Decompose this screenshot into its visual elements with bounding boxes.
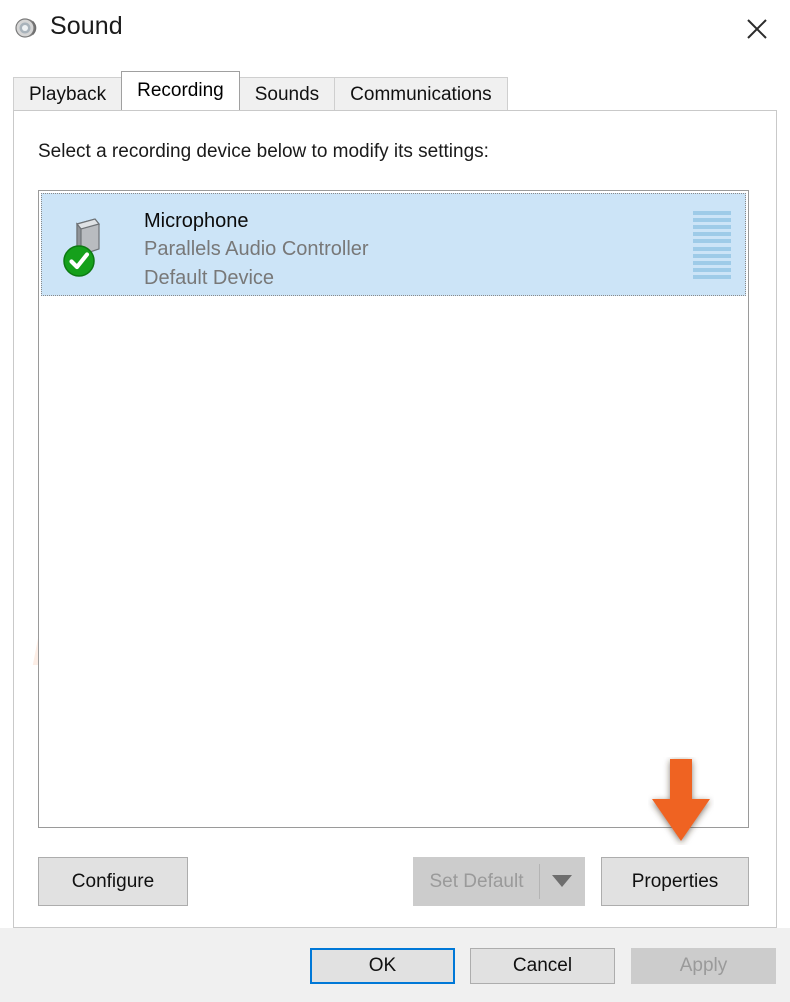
recording-device-list[interactable]: Microphone Parallels Audio Controller De… xyxy=(38,190,749,828)
set-default-split-button: Set Default xyxy=(413,857,585,906)
level-segment xyxy=(693,246,731,251)
tab-playback[interactable]: Playback xyxy=(13,77,123,110)
chevron-down-icon[interactable] xyxy=(540,858,584,905)
level-segment xyxy=(693,267,731,272)
ok-button[interactable]: OK xyxy=(310,948,455,984)
instruction-text: Select a recording device below to modif… xyxy=(38,141,489,162)
device-driver: Parallels Audio Controller xyxy=(144,238,369,260)
tab-strip: Playback Recording Sounds Communications xyxy=(13,71,508,110)
level-segment xyxy=(693,274,731,279)
device-status: Default Device xyxy=(144,267,275,289)
title-bar: Sound xyxy=(0,0,790,57)
tab-communications[interactable]: Communications xyxy=(334,77,508,110)
level-segment xyxy=(693,239,731,244)
properties-button[interactable]: Properties xyxy=(601,857,749,906)
level-segment xyxy=(693,260,731,265)
window-title: Sound xyxy=(50,12,123,40)
level-meter xyxy=(693,211,731,279)
close-icon[interactable] xyxy=(724,0,790,56)
configure-button[interactable]: Configure xyxy=(38,857,188,906)
speaker-icon xyxy=(13,13,43,43)
sound-dialog: Sound Playback Recording Sounds Communic… xyxy=(0,0,790,1002)
cancel-button[interactable]: Cancel xyxy=(470,948,615,984)
tab-sounds[interactable]: Sounds xyxy=(238,77,336,110)
device-text-block: Microphone Parallels Audio Controller De… xyxy=(144,207,369,293)
level-segment xyxy=(693,211,731,215)
list-item[interactable]: Microphone Parallels Audio Controller De… xyxy=(41,193,746,296)
apply-button: Apply xyxy=(631,948,776,984)
tab-recording[interactable]: Recording xyxy=(121,71,240,110)
level-segment xyxy=(693,253,731,258)
level-segment xyxy=(693,225,731,230)
level-segment xyxy=(693,232,731,237)
device-name: Microphone xyxy=(144,210,249,232)
set-default-button[interactable]: Set Default xyxy=(414,858,539,905)
microphone-icon xyxy=(59,216,117,278)
level-segment xyxy=(693,218,731,223)
